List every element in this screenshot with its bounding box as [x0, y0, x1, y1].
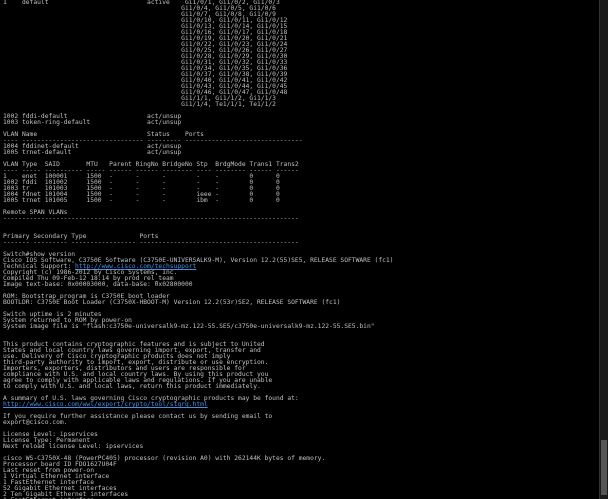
terminal-line: ------- --------- ----------------- ----… [3, 239, 299, 246]
terminal-line: to comply with U.S. and local laws, retu… [3, 383, 261, 390]
terminal-line: 1005 trnet 101005 1500 - - - ibm - 0 0 [3, 197, 280, 204]
terminal-window[interactable]: 1 default active Gi1/0/1, Gi1/0/2, Gi1/0… [0, 0, 600, 499]
hyperlink[interactable]: http://www.cisco.com/wwl/export/crypto/t… [3, 401, 208, 408]
terminal-line: ----------------------------------------… [3, 215, 299, 222]
scrollbar-thumb[interactable] [601, 440, 607, 495]
vertical-scrollbar[interactable] [599, 0, 608, 499]
terminal-line: 1005 trnet-default act/unsup [3, 149, 182, 156]
terminal-line: Next reload license Level: ipservices [3, 443, 144, 450]
terminal-line: 1003 token-ring-default act/unsup [3, 119, 182, 126]
terminal-line: export@cisco.com. [3, 419, 68, 426]
terminal-line: System image file is "flash:c3750e-unive… [3, 323, 375, 330]
terminal-line: BOOTLDR: C3750E Boot Loader (C3750X-HBOO… [3, 299, 341, 306]
terminal-line: Image text-base: 0x00003000, data-base: … [3, 281, 193, 288]
terminal-line: Gi1/1/4, Te1/1/1, Te1/1/2 [3, 101, 276, 108]
terminal-line: http://www.cisco.com/wwl/export/crypto/t… [3, 401, 208, 408]
